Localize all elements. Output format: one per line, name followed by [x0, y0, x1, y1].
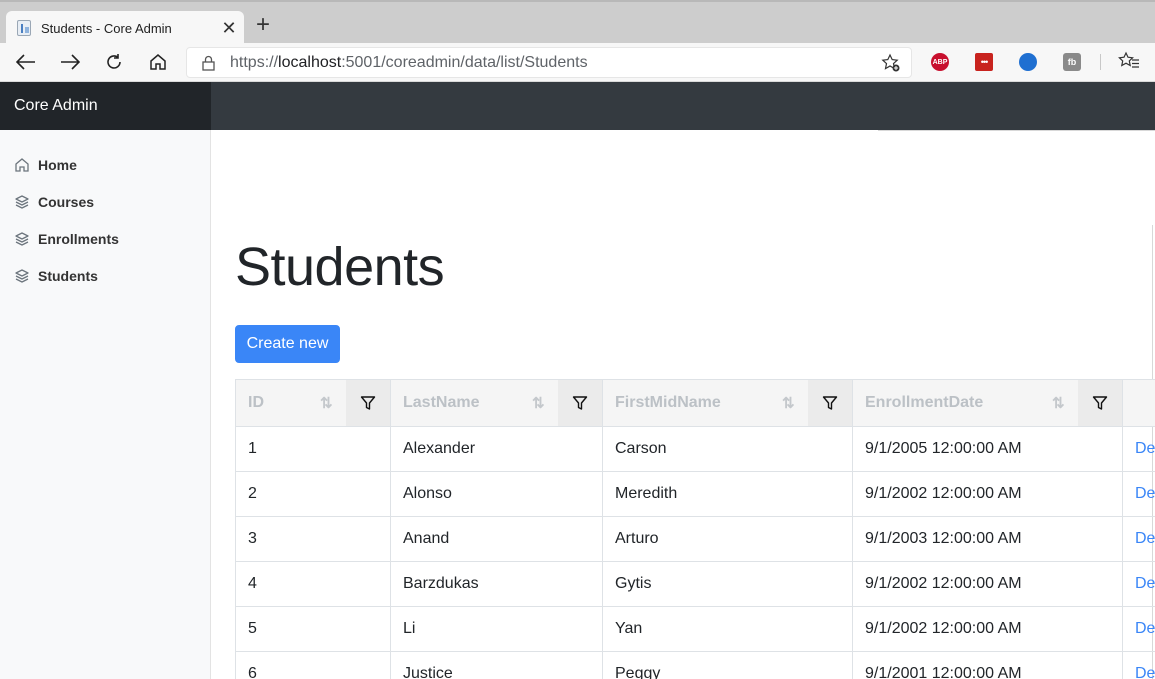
sidebar: Home Courses Enrollments Students — [0, 130, 211, 679]
cell-enrollmentdate: 9/1/2003 12:00:00 AM — [852, 516, 1123, 562]
table-row: 5 Li Yan 9/1/2002 12:00:00 AM De — [235, 606, 1155, 652]
address-bar[interactable]: https://localhost:5001/coreadmin/data/li… — [186, 47, 912, 78]
layers-icon — [15, 232, 29, 246]
table-header-row: ID ⇅ LastName ⇅ FirstMidName ⇅ Enrollmen… — [235, 379, 1155, 427]
cell-lastname: Alonso — [390, 471, 603, 517]
cell-enrollmentdate: 9/1/2001 12:00:00 AM — [852, 651, 1123, 679]
details-link[interactable]: De — [1122, 516, 1155, 562]
details-link[interactable]: De — [1122, 606, 1155, 652]
password-extension-icon[interactable]: ••• — [975, 53, 993, 71]
cell-enrollmentdate: 9/1/2005 12:00:00 AM — [852, 426, 1123, 472]
back-arrow-icon[interactable] — [12, 49, 40, 75]
column-header-label[interactable]: EnrollmentDate — [853, 394, 1052, 412]
page-title: Students — [235, 237, 445, 297]
cell-firstmidname: Gytis — [602, 561, 853, 607]
details-link[interactable]: De — [1122, 471, 1155, 517]
sidebar-item-enrollments[interactable]: Enrollments — [14, 229, 119, 249]
adblock-extension-icon[interactable]: ABP — [931, 53, 949, 71]
details-link[interactable]: De — [1122, 561, 1155, 607]
cell-enrollmentdate: 9/1/2002 12:00:00 AM — [852, 561, 1123, 607]
gray-extension-icon[interactable]: fb — [1063, 53, 1081, 71]
cell-id: 1 — [235, 426, 391, 472]
cell-id: 4 — [235, 561, 391, 607]
tab-title: Students - Core Admin — [41, 20, 172, 36]
lock-icon[interactable] — [202, 55, 215, 76]
page-favicon-icon — [17, 20, 31, 36]
cell-id: 3 — [235, 516, 391, 562]
sidebar-item-label: Students — [38, 268, 98, 284]
filter-icon[interactable] — [558, 380, 602, 426]
table-row: 3 Anand Arturo 9/1/2003 12:00:00 AM De — [235, 516, 1155, 562]
cell-enrollmentdate: 9/1/2002 12:00:00 AM — [852, 471, 1123, 517]
sidebar-item-home[interactable]: Home — [14, 155, 77, 175]
home-icon — [15, 158, 29, 172]
browser-tabstrip: Students - Core Admin ✕ + — [0, 0, 1155, 45]
column-header-actions — [1122, 379, 1155, 427]
toolbar-separator — [1100, 54, 1101, 70]
column-header-id: ID ⇅ — [235, 379, 391, 427]
add-favorite-icon[interactable] — [881, 53, 901, 78]
column-header-lastname: LastName ⇅ — [390, 379, 603, 427]
browser-toolbar: https://localhost:5001/coreadmin/data/li… — [0, 43, 1155, 82]
sort-icon[interactable]: ⇅ — [532, 394, 558, 412]
forward-arrow-icon[interactable] — [56, 49, 84, 75]
sidebar-item-students[interactable]: Students — [14, 266, 98, 286]
favorites-icon[interactable] — [1118, 51, 1140, 76]
details-link[interactable]: De — [1122, 426, 1155, 472]
filter-icon[interactable] — [346, 380, 390, 426]
cell-firstmidname: Arturo — [602, 516, 853, 562]
divider — [878, 130, 1155, 131]
filter-icon[interactable] — [1078, 380, 1122, 426]
new-tab-icon[interactable]: + — [252, 13, 274, 38]
cell-id: 6 — [235, 651, 391, 679]
create-new-button[interactable]: Create new — [235, 325, 340, 363]
table-row: 6 Justice Peggy 9/1/2001 12:00:00 AM De — [235, 651, 1155, 679]
refresh-icon[interactable] — [100, 49, 128, 75]
layers-icon — [15, 269, 29, 283]
sidebar-item-courses[interactable]: Courses — [14, 192, 94, 212]
sort-icon[interactable]: ⇅ — [1052, 394, 1078, 412]
home-icon[interactable] — [144, 49, 172, 75]
cell-firstmidname: Meredith — [602, 471, 853, 517]
column-header-label[interactable]: LastName — [391, 394, 532, 412]
details-link[interactable]: De — [1122, 651, 1155, 679]
close-tab-icon[interactable]: ✕ — [218, 18, 240, 39]
brand-logo[interactable]: Core Admin — [0, 82, 211, 130]
cell-firstmidname: Yan — [602, 606, 853, 652]
table-row: 2 Alonso Meredith 9/1/2002 12:00:00 AM D… — [235, 471, 1155, 517]
column-header-firstmidname: FirstMidName ⇅ — [602, 379, 853, 427]
cell-enrollmentdate: 9/1/2002 12:00:00 AM — [852, 606, 1123, 652]
sidebar-item-label: Enrollments — [38, 231, 119, 247]
table-row: 4 Barzdukas Gytis 9/1/2002 12:00:00 AM D… — [235, 561, 1155, 607]
browser-tab[interactable]: Students - Core Admin ✕ — [6, 11, 244, 45]
cell-lastname: Justice — [390, 651, 603, 679]
cell-id: 2 — [235, 471, 391, 517]
cell-firstmidname: Peggy — [602, 651, 853, 679]
sidebar-item-label: Courses — [38, 194, 95, 210]
sort-icon[interactable]: ⇅ — [782, 394, 808, 412]
url-text: https://localhost:5001/coreadmin/data/li… — [230, 54, 588, 71]
sidebar-item-label: Home — [38, 157, 77, 173]
cell-firstmidname: Carson — [602, 426, 853, 472]
cell-lastname: Alexander — [390, 426, 603, 472]
app-navbar: Core Admin — [0, 82, 1155, 130]
main-content: Students Create new ID ⇅ LastName ⇅ Firs… — [211, 130, 1155, 679]
column-header-enrollmentdate: EnrollmentDate ⇅ — [852, 379, 1123, 427]
table-row: 1 Alexander Carson 9/1/2005 12:00:00 AM … — [235, 426, 1155, 472]
layers-icon — [15, 195, 29, 209]
cell-lastname: Anand — [390, 516, 603, 562]
cell-lastname: Barzdukas — [390, 561, 603, 607]
column-header-label[interactable]: ID — [236, 394, 320, 412]
globe-extension-icon[interactable] — [1019, 53, 1037, 71]
students-table: ID ⇅ LastName ⇅ FirstMidName ⇅ Enrollmen… — [235, 379, 1155, 679]
filter-icon[interactable] — [808, 380, 852, 426]
cell-lastname: Li — [390, 606, 603, 652]
column-header-label[interactable]: FirstMidName — [603, 394, 782, 412]
sort-icon[interactable]: ⇅ — [320, 394, 346, 412]
cell-id: 5 — [235, 606, 391, 652]
